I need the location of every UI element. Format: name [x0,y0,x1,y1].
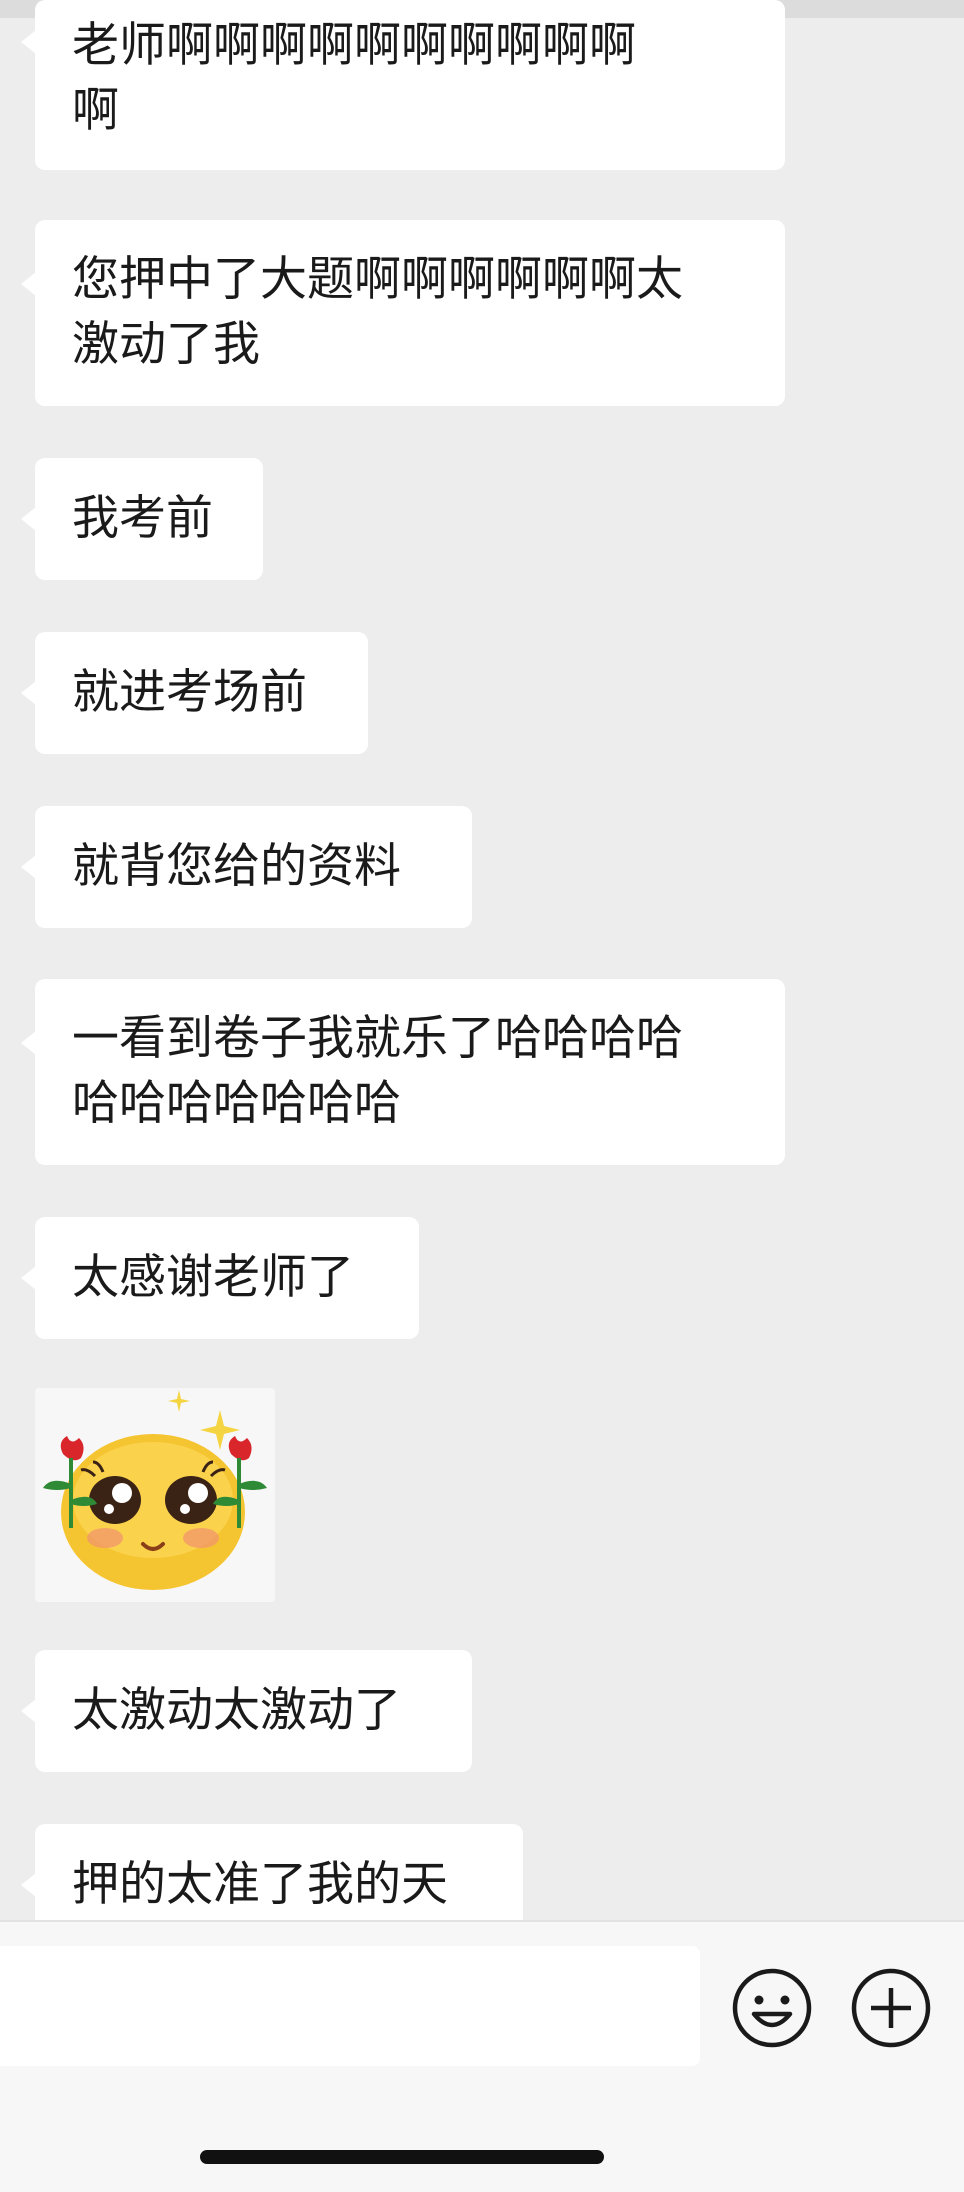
home-indicator [200,2150,604,2164]
message-bubble[interactable]: 就背您给的资料 [21,806,472,928]
emoji-icon [732,1968,812,2048]
message-bubble[interactable]: 一看到卷子我就乐了哈哈哈哈 哈哈哈哈哈哈哈 [21,979,785,1165]
emoji-button[interactable] [730,1966,814,2050]
message-bubble[interactable]: 我考前 [21,458,263,580]
message-bubble[interactable]: 太激动太激动了 [21,1650,472,1772]
cute-blushing-face-with-roses-sticker [43,1390,267,1590]
chat-message-list[interactable]: 老师啊啊啊啊啊啊啊啊啊啊 啊 您押中了大题啊啊啊啊啊啊太 激动了我 我考前 就进… [0,0,964,1920]
message-bubble[interactable]: 老师啊啊啊啊啊啊啊啊啊啊 啊 [21,0,785,170]
plus-icon [851,1968,931,2048]
message-bubble[interactable]: 您押中了大题啊啊啊啊啊啊太 激动了我 [21,220,785,406]
message-bubble[interactable]: 就进考场前 [21,632,368,754]
sticker-message[interactable] [35,1388,275,1602]
message-input[interactable] [0,1946,700,2066]
more-button[interactable] [849,1966,933,2050]
message-bubble[interactable]: 押的太准了我的天 [21,1824,523,1920]
message-bubble[interactable]: 太感谢老师了 [21,1217,419,1339]
